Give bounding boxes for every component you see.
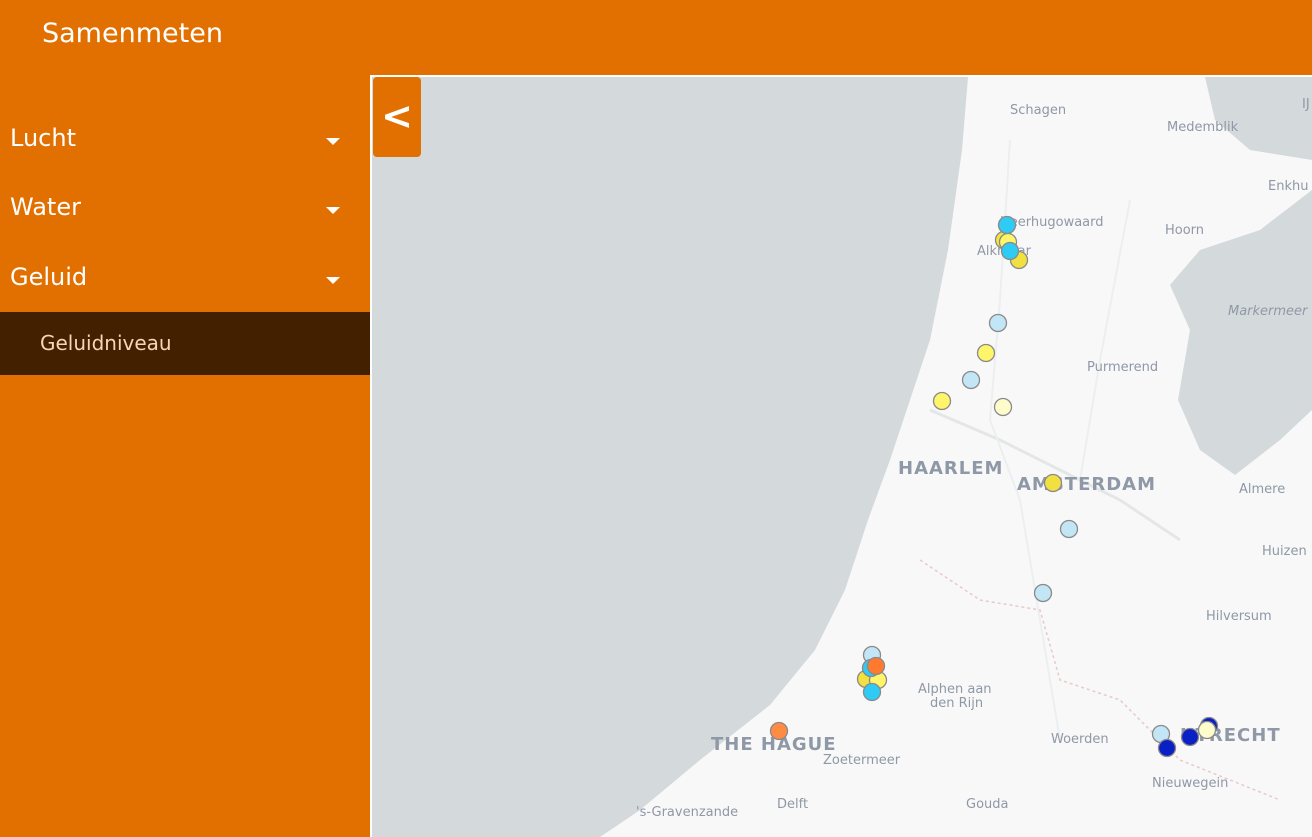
sensor-marker[interactable]: [993, 397, 1013, 417]
top-bar: Samenmeten: [0, 0, 1312, 75]
app-title: Samenmeten: [42, 18, 223, 49]
sensor-marker[interactable]: [1059, 519, 1079, 539]
sensor-marker[interactable]: [976, 343, 996, 363]
sidebar-item-label: Lucht: [10, 124, 76, 152]
map[interactable]: SchagenMedemblikEnkhuHeerhugowaardAlkmaa…: [370, 75, 1312, 837]
sensor-marker[interactable]: [1000, 241, 1020, 261]
caret-down-icon: [326, 138, 340, 145]
place-label: Schagen: [1010, 103, 1066, 118]
sensor-marker[interactable]: [932, 391, 952, 411]
sensor-marker[interactable]: [988, 313, 1008, 333]
place-label: Nieuwegein: [1152, 776, 1228, 791]
sensor-marker[interactable]: [1033, 583, 1053, 603]
sidebar-item-label: Water: [10, 193, 81, 221]
sensor-marker[interactable]: [862, 682, 882, 702]
place-label: Hilversum: [1206, 609, 1272, 624]
sensor-marker[interactable]: [997, 215, 1017, 235]
place-label: 's-Gravenzande: [636, 805, 738, 820]
place-label: Zoetermeer: [823, 753, 901, 768]
place-label: Woerden: [1051, 732, 1109, 747]
collapse-sidebar-button[interactable]: <: [373, 77, 421, 157]
place-label: Hoorn: [1165, 223, 1204, 238]
place-label: den Rijn: [930, 696, 983, 711]
place-label: AMSTERDAM: [1017, 474, 1156, 495]
sidebar-item-water[interactable]: Water: [0, 179, 370, 239]
sensor-marker[interactable]: [769, 721, 789, 741]
place-label: Gouda: [966, 797, 1009, 812]
sidebar-item-lucht[interactable]: Lucht: [0, 110, 370, 170]
sensor-marker[interactable]: [1157, 738, 1177, 758]
place-label: IJ: [1302, 97, 1310, 112]
sidebar-subitem-geluidniveau[interactable]: Geluidniveau: [0, 312, 370, 375]
sidebar-item-geluid[interactable]: Geluid: [0, 249, 370, 309]
place-label: Enkhu: [1268, 179, 1308, 194]
place-label: Medemblik: [1167, 120, 1239, 135]
caret-down-icon: [326, 207, 340, 214]
place-label: Purmerend: [1087, 360, 1158, 375]
place-label: Markermeer: [1228, 304, 1309, 319]
sidebar-subitem-label: Geluidniveau: [40, 331, 172, 355]
place-label: HAARLEM: [898, 458, 1003, 479]
place-label: Huizen: [1262, 544, 1307, 559]
sidebar: Lucht Water Geluid Geluidniveau: [0, 75, 370, 837]
sensor-marker[interactable]: [961, 370, 981, 390]
sensor-marker[interactable]: [866, 656, 886, 676]
sensor-marker[interactable]: [1180, 727, 1200, 747]
place-label: Alphen aan: [918, 682, 992, 697]
place-label: Almere: [1239, 482, 1285, 497]
caret-down-icon: [326, 277, 340, 284]
sidebar-item-label: Geluid: [10, 263, 88, 291]
sensor-marker[interactable]: [1043, 473, 1063, 493]
sensor-marker[interactable]: [1197, 720, 1217, 740]
place-label: Delft: [777, 797, 808, 812]
